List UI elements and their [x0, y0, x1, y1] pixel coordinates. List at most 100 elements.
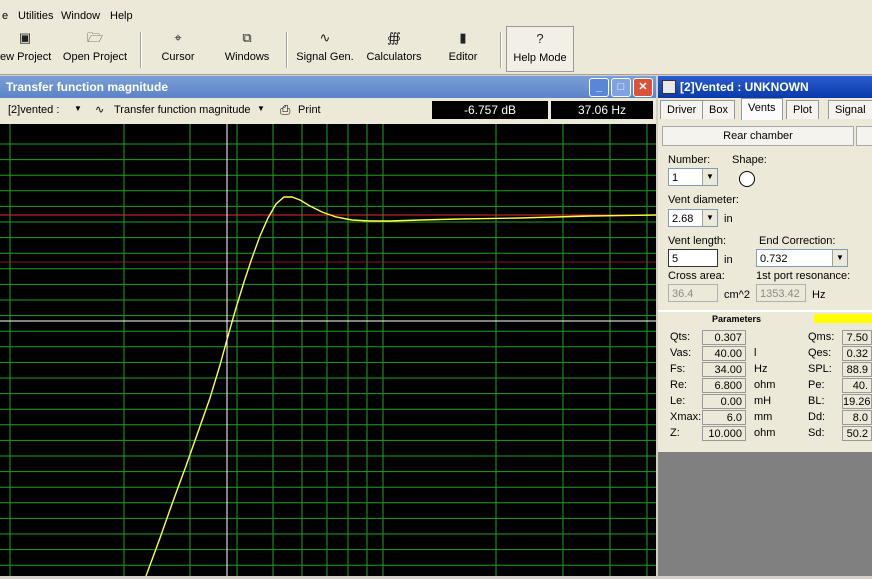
new-project-button[interactable]: ▣ ew Project — [0, 26, 51, 72]
front-chamber-button[interactable] — [856, 126, 872, 146]
param-value[interactable]: 10.000 — [702, 426, 746, 441]
response-curve — [145, 196, 657, 577]
number-label: Number: — [668, 154, 711, 166]
tab-box[interactable]: Box — [702, 100, 735, 119]
port-resonance-unit: Hz — [812, 289, 826, 301]
vent-length-input[interactable]: 5 — [668, 249, 718, 267]
param-label: SPL: — [808, 363, 832, 375]
printer-icon[interactable]: ⎙ — [280, 102, 290, 118]
signal-gen-button[interactable]: ∿ Signal Gen. — [294, 26, 356, 72]
param-label: Vas: — [670, 347, 692, 359]
tab-vents[interactable]: Vents — [741, 98, 783, 120]
windows-icon: ⧉ — [242, 30, 252, 45]
editor-icon: ▮ — [459, 30, 467, 45]
round-vent-shape-icon[interactable] — [739, 171, 755, 187]
tab-signal[interactable]: Signal — [828, 100, 872, 119]
chevron-down-icon[interactable]: ▼ — [702, 169, 717, 185]
param-value[interactable]: 7.50 — [842, 330, 872, 345]
param-label: Qms: — [808, 331, 835, 343]
db-readout: -6.757 dB — [432, 101, 548, 119]
param-unit: ohm — [754, 379, 776, 391]
crosshair-icon: ⌖ — [174, 30, 182, 45]
vent-window-title: [2]Vented : UNKNOWN — [680, 80, 809, 94]
chevron-down-icon[interactable]: ▼ — [74, 104, 82, 113]
open-project-button[interactable]: 🗁 Open Project — [56, 26, 134, 72]
vent-panel: Driver Box Vents Plot Signal Rear chambe… — [658, 98, 872, 452]
transfer-function-window: Transfer function magnitude _ □ ✕ [2]ven… — [0, 76, 657, 577]
editor-button[interactable]: ▮ Editor — [436, 26, 490, 72]
maximize-icon[interactable]: □ — [611, 78, 631, 97]
menu-file[interactable]: e — [2, 10, 8, 22]
main-toolbar: ▣ ew Project 🗁 Open Project ⌖ Cursor ⧉ W… — [0, 26, 872, 75]
new-project-icon: ▣ — [18, 30, 32, 45]
menu-utilities[interactable]: Utilities — [18, 10, 53, 22]
hz-readout: 37.06 Hz — [551, 101, 653, 119]
parameters-header: Parameters — [712, 314, 762, 324]
port-resonance-field: 1353.42 — [756, 284, 806, 302]
param-value[interactable]: 19.26 — [842, 394, 872, 409]
question-icon: ? — [536, 31, 544, 46]
tab-driver[interactable]: Driver — [660, 100, 704, 119]
project-select[interactable]: [2]vented : — [8, 104, 59, 116]
cross-area-field: 36.4 — [668, 284, 718, 302]
param-value[interactable]: 0.307 — [702, 330, 746, 345]
calculator-icon: ∰ — [387, 30, 401, 45]
plot-area[interactable] — [0, 124, 657, 577]
param-unit: mm — [754, 411, 773, 423]
vent-length-unit: in — [724, 254, 733, 266]
close-icon[interactable]: ✕ — [633, 78, 653, 97]
tf-titlebar[interactable]: Transfer function magnitude _ □ ✕ — [0, 76, 656, 98]
param-label: BL: — [808, 395, 825, 407]
vent-length-label: Vent length: — [668, 235, 727, 247]
chevron-down-icon[interactable]: ▼ — [257, 104, 265, 113]
chevron-down-icon[interactable]: ▼ — [832, 250, 847, 266]
chevron-down-icon[interactable]: ▼ — [702, 210, 717, 226]
param-value[interactable]: 6.0 — [702, 410, 746, 425]
param-label: Qes: — [808, 347, 832, 359]
vent-diameter-unit: in — [724, 213, 733, 225]
param-value[interactable]: 50.2 — [842, 426, 872, 441]
vent-titlebar[interactable]: [2]Vented : UNKNOWN — [658, 76, 872, 98]
param-label: Fs: — [670, 363, 686, 375]
param-value[interactable]: 6.800 — [702, 378, 746, 393]
minimize-icon[interactable]: _ — [589, 78, 609, 97]
tf-window-title: Transfer function magnitude — [6, 80, 169, 94]
param-label: Sd: — [808, 427, 825, 439]
cross-area-unit: cm^2 — [724, 289, 750, 301]
param-label: Le: — [670, 395, 686, 407]
cursor-button[interactable]: ⌖ Cursor — [150, 26, 206, 72]
sine-wave-icon: ∿ — [95, 104, 105, 116]
menu-window[interactable]: Window — [61, 10, 100, 22]
vertical-gridlines — [9, 124, 648, 576]
param-label: Xmax: — [670, 411, 702, 423]
param-unit: mH — [754, 395, 772, 407]
print-button[interactable]: Print — [298, 104, 321, 116]
rear-chamber-button[interactable]: Rear chamber — [662, 126, 854, 146]
calculators-button[interactable]: ∰ Calculators — [362, 26, 426, 72]
end-correction-select[interactable]: 0.732 ▼ — [756, 249, 848, 267]
menu-help[interactable]: Help — [110, 10, 133, 22]
param-label: Re: — [670, 379, 688, 391]
param-label: Pe: — [808, 379, 825, 391]
param-value[interactable]: 88.9 — [842, 362, 872, 377]
toolbar-separator — [140, 32, 142, 68]
param-value[interactable]: 8.0 — [842, 410, 872, 425]
plot-select[interactable]: Transfer function magnitude — [114, 104, 251, 116]
windows-button[interactable]: ⧉ Windows — [218, 26, 276, 72]
vented-box-window: [2]Vented : UNKNOWN Driver Box Vents Plo… — [658, 76, 872, 576]
param-label: Z: — [670, 427, 680, 439]
param-value[interactable]: 40.00 — [702, 346, 746, 361]
tab-plot[interactable]: Plot — [786, 100, 819, 119]
param-value[interactable]: 40. — [842, 378, 872, 393]
number-select[interactable]: 1 ▼ — [668, 168, 718, 186]
param-value[interactable]: 34.00 — [702, 362, 746, 377]
port-resonance-label: 1st port resonance: — [756, 270, 851, 282]
param-value[interactable]: 0.32 — [842, 346, 872, 361]
horizontal-gridlines — [0, 143, 656, 566]
param-label: Qts: — [670, 331, 691, 343]
end-correction-label: End Correction: — [759, 235, 836, 247]
param-value[interactable]: 0.00 — [702, 394, 746, 409]
vent-diameter-select[interactable]: 2.68 ▼ — [668, 209, 718, 227]
window-icon — [662, 80, 676, 94]
help-mode-button[interactable]: ? Help Mode — [506, 26, 574, 72]
